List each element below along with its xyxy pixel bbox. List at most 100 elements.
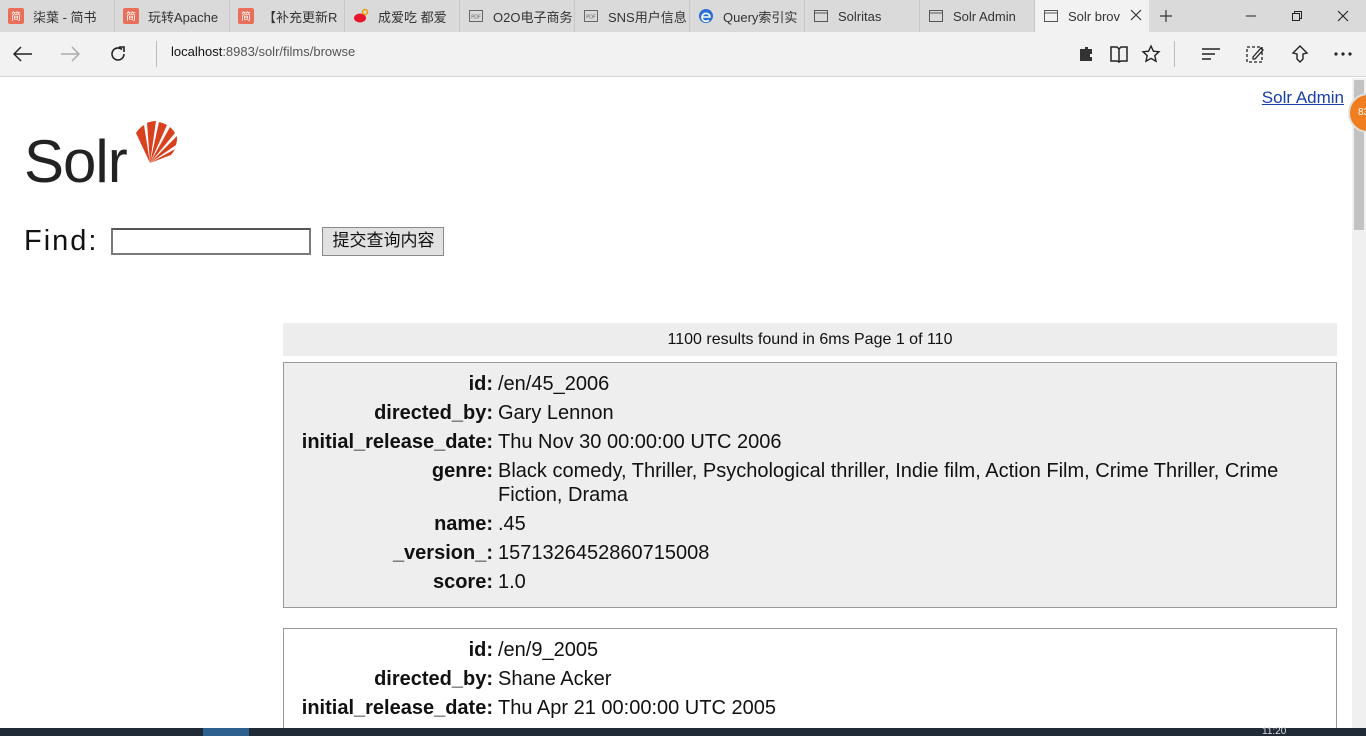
- close-tab-icon[interactable]: [1129, 8, 1143, 22]
- navigation-bar: localhost:8983/solr/films/browse: [0, 32, 1366, 77]
- tab-label: 成爱吃 都爱: [378, 9, 447, 25]
- arrow-right-icon: [61, 46, 80, 62]
- address-field[interactable]: localhost:8983/solr/films/browse: [171, 44, 355, 59]
- weibo-icon: [353, 8, 369, 24]
- tab-label: SNS用户信息: [608, 9, 687, 25]
- result-record: id:/en/45_2006 directed_by: Gary Lennon ini…: [283, 362, 1337, 608]
- taskbar-clock: 11:20: [1262, 726, 1287, 736]
- pen-note-icon: [1246, 46, 1264, 63]
- field-name: directed_by:: [374, 668, 493, 690]
- record-field: initial_release_date: Thu Nov 30 00:00:00…: [294, 430, 1326, 454]
- reading-view-button[interactable]: [1104, 39, 1134, 69]
- address-host: localhost: [171, 44, 223, 59]
- taskbar-active-app[interactable]: [203, 728, 249, 736]
- field-name: initial_release_date:: [301, 431, 493, 453]
- tab-1[interactable]: 简玩转Apache: [115, 0, 230, 32]
- jianshu-icon: 简: [8, 8, 24, 24]
- record-field: name: .45: [294, 512, 1326, 536]
- tab-4[interactable]: PDF O2O电子商务: [460, 0, 575, 32]
- share-button[interactable]: [1285, 39, 1315, 69]
- tab-label: Query索引实: [723, 9, 798, 25]
- edge-icon: [698, 8, 714, 24]
- forward-button[interactable]: [52, 38, 88, 70]
- book-icon: [1110, 46, 1128, 63]
- tab-8[interactable]: Solr Admin: [920, 0, 1035, 32]
- tab-7[interactable]: Solritas: [805, 0, 920, 32]
- record-field: id:/en/45_2006: [294, 372, 1326, 396]
- refresh-button[interactable]: [100, 38, 136, 70]
- tab-strip: 简柒葉 - 简书简玩转Apache 简【补充更新R 成爱吃 都爱 PDF O2O电子商务…: [0, 0, 1366, 32]
- share-icon: [1291, 45, 1309, 63]
- field-value: .45: [498, 513, 526, 535]
- minimize-icon: [1246, 15, 1256, 17]
- field-value: Black comedy, Thriller, Psychological th…: [498, 460, 1279, 506]
- solr-admin-link[interactable]: Solr Admin: [1262, 88, 1344, 108]
- arrow-left-icon: [13, 46, 32, 62]
- page-content: Solr Admin Solr Find: 提交查询内容 1100 result…: [0, 78, 1352, 728]
- svg-text:简: 简: [126, 10, 136, 23]
- tab-9[interactable]: Solr brov: [1035, 0, 1149, 32]
- search-input[interactable]: [111, 228, 312, 255]
- web-note-button[interactable]: [1240, 39, 1270, 69]
- solr-logo-icon: Solr: [24, 121, 178, 187]
- more-icon: [1334, 52, 1352, 56]
- record-field: directed_by: Gary Lennon: [294, 401, 1326, 425]
- svg-text:PDF: PDF: [586, 15, 596, 21]
- extension-button[interactable]: [1072, 39, 1102, 69]
- svg-text:简: 简: [241, 10, 251, 23]
- field-value: Gary Lennon: [498, 402, 614, 424]
- new-tab-button[interactable]: [1153, 0, 1179, 32]
- svg-text:简: 简: [11, 10, 21, 23]
- taskbar: 11:20: [0, 726, 1366, 736]
- minimize-button[interactable]: [1228, 0, 1274, 32]
- record-field: _version_: 1571326452860715008: [294, 541, 1326, 565]
- tab-5[interactable]: PDF SNS用户信息: [575, 0, 690, 32]
- field-value: /en/9_2005: [498, 639, 599, 661]
- plus-icon: [1160, 10, 1172, 22]
- record-field: id:/en/9_2005: [294, 638, 1326, 662]
- record-field: score: 1.0: [294, 570, 1326, 594]
- field-value: 1.0: [498, 571, 526, 593]
- field-value: Thu Nov 30 00:00:00 UTC 2006: [498, 431, 782, 453]
- refresh-icon: [111, 46, 125, 61]
- tabs-container: 简柒葉 - 简书简玩转Apache 简【补充更新R 成爱吃 都爱 PDF O2O电子商务…: [0, 0, 1149, 32]
- address-separator: [156, 41, 157, 67]
- restore-icon: [1292, 11, 1302, 21]
- jianshu-icon: 简: [123, 8, 139, 24]
- field-name: _version_:: [392, 542, 493, 564]
- tab-0[interactable]: 简柒葉 - 简书: [0, 0, 115, 32]
- field-name: initial_release_date:: [301, 697, 493, 719]
- tab-label: O2O电子商务: [493, 9, 573, 25]
- field-name: name:: [434, 513, 493, 535]
- back-button[interactable]: [5, 38, 41, 70]
- record-field: initial_release_date: Thu Apr 21 00:00:00…: [294, 696, 1326, 720]
- favorite-button[interactable]: [1136, 39, 1166, 69]
- jianshu-icon: 简: [238, 8, 254, 24]
- search-form: Find: 提交查询内容: [24, 225, 445, 258]
- field-name: id:: [468, 373, 493, 395]
- tab-label: Solritas: [838, 8, 882, 24]
- field-name: score:: [432, 571, 493, 593]
- tab-label: Solr Admin: [953, 8, 1016, 24]
- toolbar-separator: [1174, 41, 1175, 67]
- field-name: genre:: [431, 460, 493, 482]
- field-name: id:: [468, 639, 493, 661]
- pdf-icon: PDF: [583, 8, 599, 24]
- svg-text:Solr: Solr: [24, 128, 127, 187]
- tab-6[interactable]: Query索引实: [690, 0, 805, 32]
- restore-button[interactable]: [1274, 0, 1320, 32]
- tab-2[interactable]: 简【补充更新R: [230, 0, 345, 32]
- submit-query-button[interactable]: 提交查询内容: [322, 227, 445, 256]
- close-icon: [1337, 10, 1349, 22]
- hub-button[interactable]: [1196, 39, 1226, 69]
- close-window-button[interactable]: [1320, 0, 1366, 32]
- more-button[interactable]: [1328, 39, 1358, 69]
- tab-3[interactable]: 成爱吃 都爱: [345, 0, 460, 32]
- address-path: :8983/solr/films/browse: [222, 44, 356, 59]
- record-field: genre: Black comedy, Thriller, Psychologi…: [294, 459, 1326, 507]
- puzzle-icon: [1080, 47, 1092, 61]
- star-icon: [1141, 44, 1161, 63]
- tab-label: 【补充更新R: [263, 9, 338, 25]
- results-summary: 1100 results found in 6ms Page 1 of 110: [283, 323, 1337, 356]
- vertical-scrollbar[interactable]: [1352, 78, 1366, 728]
